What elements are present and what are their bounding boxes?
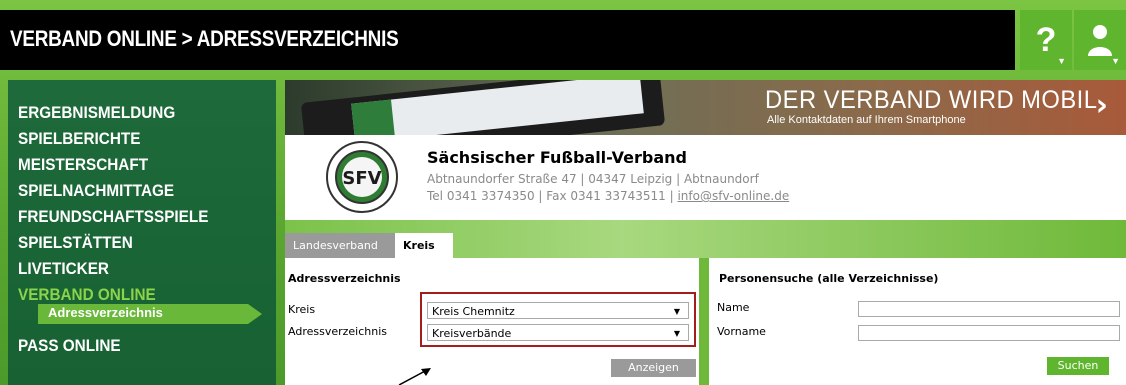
chevron-right-icon[interactable]: › [1096,88,1108,123]
anzeigen-button[interactable]: Anzeigen [611,359,696,377]
vorname-input[interactable] [858,325,1120,341]
suchen-button[interactable]: Suchen [1047,357,1109,375]
sidebar-item-spielnachmittage[interactable]: SPIELNACHMITTAGE [18,178,208,204]
sidebar-item-spielstaetten[interactable]: SPIELSTÄTTEN [18,230,208,256]
name-input[interactable] [858,301,1120,317]
panel-title: Personensuche (alle Verzeichnisse) [719,272,939,285]
club-contact: Tel 0341 3374350 | Fax 0341 33743511 | i… [427,189,790,203]
sidebar-item-spielberichte[interactable]: SPIELBERICHTE [18,126,208,152]
panel-divider [699,258,709,385]
tab-landesverband[interactable]: Landesverband [285,233,399,258]
svg-text:SFV: SFV [342,168,381,189]
panel-title: Adressverzeichnis [288,272,401,285]
help-icon: ? [1035,20,1057,59]
header-bar: VERBAND ONLINE > ADRESSVERZEICHNIS [0,10,1015,70]
sidebar-item-freundschaftsspiele[interactable]: FREUNDSCHAFTSSPIELE [18,204,208,230]
smartphone-image [300,80,666,135]
club-name: Sächsischer Fußball-Verband [427,148,687,167]
tab-strip: Landesverband Kreis [285,220,1126,258]
adressverzeichnis-label: Adressverzeichnis [288,325,387,338]
dropdown-arrow-icon: ▼ [673,307,680,316]
sidebar-nav: ERGEBNISMELDUNG SPIELBERICHTE MEISTERSCH… [8,80,276,385]
name-label: Name [717,301,750,314]
banner-subtitle: Alle Kontaktdaten auf Ihrem Smartphone [767,114,966,126]
adressverzeichnis-panel: Adressverzeichnis Kreis Adressverzeichni… [285,258,699,385]
sidebar-item-liveticker[interactable]: LIVETICKER [18,256,208,282]
adressverzeichnis-select[interactable]: Kreisverbände ▼ [427,324,689,341]
banner-title: DER VERBAND WIRD MOBIL [765,86,1098,114]
club-info: SFV Sächsischer Fußball-Verband Abtnaund… [285,135,1126,220]
promo-banner[interactable]: DER VERBAND WIRD MOBIL Alle Kontaktdaten… [285,80,1126,135]
sidebar-subitem-adressverzeichnis[interactable]: Adressverzeichnis [38,304,262,324]
sidebar-item-ergebnismeldung[interactable]: ERGEBNISMELDUNG [18,100,208,126]
user-menu-button[interactable]: ▼ [1074,10,1126,70]
page-title: VERBAND ONLINE > ADRESSVERZEICHNIS [10,26,399,51]
kreis-select[interactable]: Kreis Chemnitz ▼ [427,302,689,319]
chevron-down-icon: ▼ [1057,56,1066,66]
club-address: Abtnaundorfer Straße 47 | 04347 Leipzig … [427,172,759,186]
help-button[interactable]: ? ▼ [1020,10,1072,70]
tab-kreis[interactable]: Kreis [395,233,453,258]
annotation-arrow-icon [398,368,431,385]
personensuche-panel: Personensuche (alle Verzeichnisse) Name … [709,258,1126,385]
sidebar-item-pass-online[interactable]: PASS ONLINE [18,336,121,356]
dropdown-arrow-icon: ▼ [673,329,680,338]
chevron-down-icon: ▼ [1111,56,1120,66]
sidebar-item-meisterschaft[interactable]: MEISTERSCHAFT [18,152,208,178]
sfv-logo: SFV [326,141,398,213]
sidebar-subitem-label: Adressverzeichnis [48,305,163,320]
vorname-label: Vorname [717,325,766,338]
email-link[interactable]: info@sfv-online.de [677,189,789,203]
kreis-label: Kreis [288,303,316,316]
user-icon [1088,25,1112,56]
